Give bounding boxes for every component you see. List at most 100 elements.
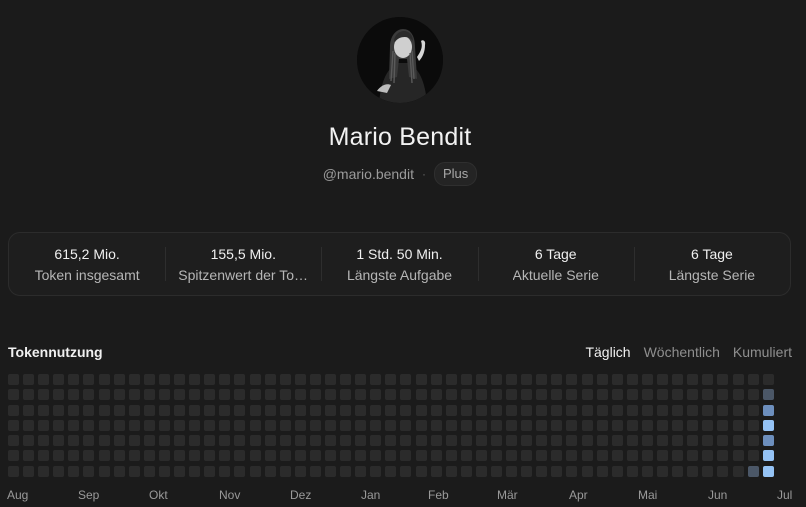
heatmap-day-cell[interactable]: [189, 374, 201, 385]
heatmap-day-cell[interactable]: [355, 450, 367, 462]
heatmap-day-cell[interactable]: [747, 450, 759, 462]
heatmap-day-cell[interactable]: [430, 404, 442, 416]
heatmap-day-cell[interactable]: [687, 374, 699, 385]
heatmap-day-cell[interactable]: [158, 450, 170, 462]
heatmap-day-cell[interactable]: [611, 450, 623, 462]
heatmap-day-cell[interactable]: [506, 374, 518, 385]
heatmap-day-cell[interactable]: [219, 389, 231, 401]
heatmap-day-cell[interactable]: [234, 419, 246, 431]
heatmap-day-cell[interactable]: [596, 374, 608, 385]
heatmap-day-cell[interactable]: [309, 374, 321, 385]
heatmap-day-cell[interactable]: [355, 435, 367, 447]
heatmap-day-cell[interactable]: [249, 374, 261, 385]
heatmap-day-cell[interactable]: [113, 450, 125, 462]
heatmap-day-cell[interactable]: [174, 374, 186, 385]
heatmap-day-cell[interactable]: [672, 465, 684, 477]
heatmap-day-cell[interactable]: [279, 465, 291, 477]
heatmap-day-cell[interactable]: [113, 465, 125, 477]
heatmap-day-cell[interactable]: [747, 465, 759, 477]
heatmap-day-cell[interactable]: [460, 435, 472, 447]
heatmap-day-cell[interactable]: [355, 465, 367, 477]
heatmap-day-cell[interactable]: [113, 419, 125, 431]
heatmap-day-cell[interactable]: [38, 435, 50, 447]
heatmap-day-cell[interactable]: [294, 450, 306, 462]
heatmap-day-cell[interactable]: [596, 404, 608, 416]
heatmap-day-cell[interactable]: [204, 465, 216, 477]
heatmap-day-cell[interactable]: [611, 404, 623, 416]
heatmap-day-cell[interactable]: [204, 404, 216, 416]
heatmap-day-cell[interactable]: [249, 465, 261, 477]
heatmap-day-cell[interactable]: [158, 389, 170, 401]
heatmap-day-cell[interactable]: [38, 419, 50, 431]
heatmap-day-cell[interactable]: [506, 435, 518, 447]
heatmap-day-cell[interactable]: [174, 419, 186, 431]
heatmap-day-cell[interactable]: [53, 404, 65, 416]
heatmap-day-cell[interactable]: [762, 404, 774, 416]
heatmap-day-cell[interactable]: [8, 465, 19, 477]
heatmap-day-cell[interactable]: [370, 419, 382, 431]
heatmap-day-cell[interactable]: [491, 404, 502, 416]
heatmap-day-cell[interactable]: [264, 389, 276, 401]
heatmap-day-cell[interactable]: [68, 419, 80, 431]
heatmap-day-cell[interactable]: [340, 404, 352, 416]
heatmap-day-cell[interactable]: [717, 404, 729, 416]
heatmap-day-cell[interactable]: [732, 404, 744, 416]
heatmap-day-cell[interactable]: [324, 419, 336, 431]
heatmap-day-cell[interactable]: [23, 404, 35, 416]
heatmap-day-cell[interactable]: [491, 419, 502, 431]
heatmap-day-cell[interactable]: [566, 435, 578, 447]
heatmap-day-cell[interactable]: [83, 389, 95, 401]
heatmap-day-cell[interactable]: [68, 450, 80, 462]
heatmap-day-cell[interactable]: [717, 435, 729, 447]
heatmap-day-cell[interactable]: [521, 450, 533, 462]
heatmap-day-cell[interactable]: [143, 450, 155, 462]
heatmap-day-cell[interactable]: [113, 404, 125, 416]
heatmap-day-cell[interactable]: [717, 374, 729, 385]
heatmap-day-cell[interactable]: [566, 374, 578, 385]
heatmap-day-cell[interactable]: [491, 465, 502, 477]
heatmap-day-cell[interactable]: [702, 419, 714, 431]
heatmap-day-cell[interactable]: [309, 419, 321, 431]
heatmap-day-cell[interactable]: [38, 465, 50, 477]
heatmap-day-cell[interactable]: [626, 419, 638, 431]
heatmap-day-cell[interactable]: [128, 450, 140, 462]
heatmap-day-cell[interactable]: [521, 419, 533, 431]
heatmap-day-cell[interactable]: [279, 374, 291, 385]
heatmap-day-cell[interactable]: [294, 389, 306, 401]
heatmap-day-cell[interactable]: [536, 435, 548, 447]
heatmap-day-cell[interactable]: [294, 465, 306, 477]
heatmap-day-cell[interactable]: [324, 389, 336, 401]
heatmap-day-cell[interactable]: [53, 465, 65, 477]
heatmap-day-cell[interactable]: [702, 465, 714, 477]
heatmap-day-cell[interactable]: [702, 435, 714, 447]
heatmap-day-cell[interactable]: [264, 465, 276, 477]
heatmap-day-cell[interactable]: [53, 374, 65, 385]
heatmap-day-cell[interactable]: [98, 404, 110, 416]
heatmap-day-cell[interactable]: [324, 450, 336, 462]
heatmap-day-cell[interactable]: [128, 419, 140, 431]
heatmap-day-cell[interactable]: [294, 404, 306, 416]
heatmap-day-cell[interactable]: [657, 435, 669, 447]
heatmap-day-cell[interactable]: [234, 374, 246, 385]
heatmap-day-cell[interactable]: [189, 435, 201, 447]
heatmap-day-cell[interactable]: [717, 419, 729, 431]
heatmap-day-cell[interactable]: [128, 404, 140, 416]
heatmap-day-cell[interactable]: [113, 374, 125, 385]
heatmap-day-cell[interactable]: [294, 435, 306, 447]
heatmap-day-cell[interactable]: [234, 465, 246, 477]
heatmap-day-cell[interactable]: [626, 404, 638, 416]
heatmap-day-cell[interactable]: [641, 435, 653, 447]
heatmap-day-cell[interactable]: [279, 389, 291, 401]
heatmap-day-cell[interactable]: [264, 419, 276, 431]
heatmap-day-cell[interactable]: [430, 450, 442, 462]
heatmap-day-cell[interactable]: [641, 450, 653, 462]
heatmap-day-cell[interactable]: [611, 389, 623, 401]
heatmap-day-cell[interactable]: [521, 465, 533, 477]
heatmap-day-cell[interactable]: [415, 419, 427, 431]
heatmap-day-cell[interactable]: [204, 435, 216, 447]
heatmap-day-cell[interactable]: [460, 389, 472, 401]
heatmap-day-cell[interactable]: [475, 404, 487, 416]
heatmap-day-cell[interactable]: [581, 465, 593, 477]
heatmap-day-cell[interactable]: [309, 389, 321, 401]
heatmap-day-cell[interactable]: [687, 450, 699, 462]
